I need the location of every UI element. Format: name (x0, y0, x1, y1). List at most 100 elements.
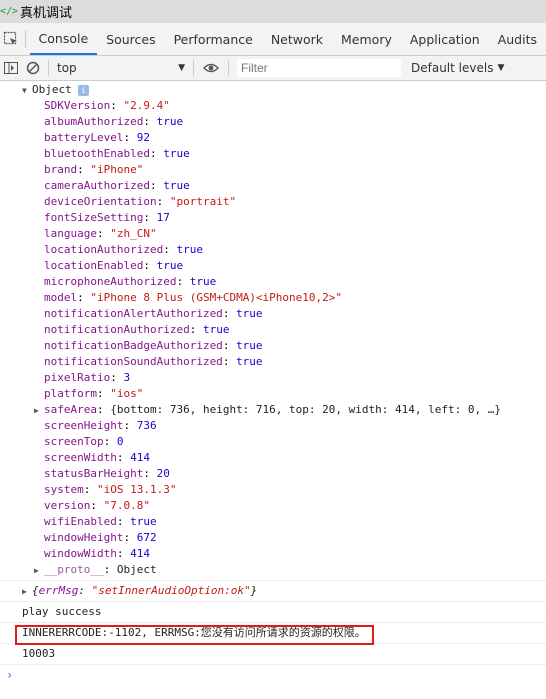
property-key: deviceOrientation (44, 195, 157, 208)
object-property: model: "iPhone 8 Plus (GSM+CDMA)<iPhone1… (44, 291, 343, 304)
console-prompt[interactable]: › (0, 665, 546, 685)
property-value: true (236, 339, 263, 352)
property-key: notificationAlertAuthorized (44, 307, 223, 320)
property-value: true (156, 259, 184, 272)
property-value: "portrait" (169, 195, 237, 208)
collapsed-triangle-icon[interactable]: ▶ (22, 582, 32, 602)
devtools-tab-bar: Console Sources Performance Network Memo… (0, 23, 546, 56)
property-value: "iOS 13.1.3" (97, 483, 177, 496)
eye-icon[interactable] (198, 56, 224, 80)
property-value: true (202, 323, 230, 336)
property-key: SDKVersion (44, 99, 111, 112)
object-header[interactable]: ▼ Object i (0, 82, 546, 98)
property-key: notificationSoundAuthorized (44, 355, 223, 368)
object-property: microphoneAuthorized: true (44, 275, 217, 288)
property-value: "iPhone 8 Plus (GSM+CDMA)<iPhone10,2>" (90, 291, 343, 304)
inspect-element-icon[interactable] (0, 23, 23, 55)
property-key: platform (44, 387, 97, 400)
object-property: windowHeight: 672 (44, 531, 157, 544)
tab-memory[interactable]: Memory (332, 23, 401, 55)
dropdown-arrow-icon: ▼ (178, 63, 185, 73)
console-output: ▼ Object i SDKVersion: "2.9.4" albumAuthori… (0, 82, 546, 699)
property-value: "7.0.8" (103, 499, 150, 512)
dropdown-arrow-icon: ▼ (497, 63, 505, 73)
object-property: statusBarHeight: 20 (44, 467, 170, 480)
property-value: true (163, 179, 190, 192)
expand-triangle-icon[interactable]: ▼ (22, 83, 32, 99)
info-icon[interactable]: i (77, 84, 89, 96)
tab-network[interactable]: Network (262, 23, 332, 55)
code-log-entry: 10003 (0, 644, 546, 665)
object-property: notificationSoundAuthorized: true (44, 355, 263, 368)
property-key: microphoneAuthorized (44, 275, 177, 288)
property-key: albumAuthorized (44, 115, 144, 128)
property-value: 414 (130, 451, 150, 464)
errmsg-value: "setInnerAudioOption:ok" (91, 584, 251, 597)
property-value: "2.9.4" (123, 99, 170, 112)
filter-input[interactable] (237, 59, 401, 77)
object-property: version: "7.0.8" (44, 499, 150, 512)
property-key: notificationAuthorized (44, 323, 190, 336)
object-property: fontSizeSetting: 17 (44, 211, 170, 224)
tab-console[interactable]: Console (29, 23, 98, 55)
tab-performance[interactable]: Performance (165, 23, 262, 55)
tab-audits[interactable]: Audits (489, 23, 546, 55)
property-value: "iPhone" (90, 163, 144, 176)
object-property: wifiEnabled: true (44, 515, 157, 528)
object-property: SDKVersion: "2.9.4" (44, 99, 170, 112)
property-key: model (44, 291, 78, 304)
property-key: language (44, 227, 97, 240)
property-value: 672 (136, 531, 157, 544)
property-value: true (236, 307, 263, 320)
errmsg-key: errMsg (38, 584, 79, 597)
tab-sources[interactable]: Sources (97, 23, 164, 55)
property-value: true (156, 115, 184, 128)
highlight-box (15, 625, 374, 645)
property-key: screenWidth (44, 451, 117, 464)
context-selector[interactable]: top ▼ (53, 58, 189, 78)
object-property: batteryLevel: 92 (44, 131, 150, 144)
collapsed-triangle-icon[interactable]: ▶ (34, 563, 44, 579)
property-key: cameraAuthorized (44, 179, 150, 192)
clear-console-icon[interactable] (22, 56, 44, 80)
window-title: 真机调试 (20, 6, 73, 21)
property-key: screenHeight (44, 419, 124, 432)
property-value: 3 (123, 371, 131, 384)
property-key: __proto__ (44, 563, 104, 576)
object-property[interactable]: ▶ safeArea: {bottom: 736, height: 716, to… (0, 402, 546, 418)
object-property: notificationAuthorized: true (44, 323, 230, 336)
property-value: {bottom: 736, height: 716, top: 20, widt… (110, 403, 501, 416)
object-property[interactable]: ▶ __proto__: Object (0, 562, 546, 578)
property-key: pixelRatio (44, 371, 111, 384)
object-property: platform: "ios" (44, 387, 144, 400)
log-levels-dropdown[interactable]: Default levels ▼ (411, 61, 504, 75)
object-property: deviceOrientation: "portrait" (44, 195, 237, 208)
tab-application[interactable]: Application (401, 23, 489, 55)
object-log-entry: ▼ Object i SDKVersion: "2.9.4" albumAuthori… (0, 82, 546, 581)
errmsg-log-entry: ▶ {errMsg: "setInnerAudioOption:ok"} (0, 581, 546, 602)
property-key: locationEnabled (44, 259, 144, 272)
property-value: 736 (136, 419, 157, 432)
object-property: system: "iOS 13.1.3" (44, 483, 177, 496)
collapsed-triangle-icon[interactable]: ▶ (34, 403, 44, 419)
tab-divider (24, 30, 26, 48)
property-key: wifiEnabled (44, 515, 117, 528)
property-key: fontSizeSetting (44, 211, 144, 224)
property-key: statusBarHeight (44, 467, 144, 480)
property-key: screenTop (44, 435, 104, 448)
property-key: system (44, 483, 84, 496)
property-key: batteryLevel (44, 131, 124, 144)
object-property: cameraAuthorized: true (44, 179, 190, 192)
object-property: albumAuthorized: true (44, 115, 184, 128)
object-label: Object (32, 83, 72, 96)
window-title-bar: </> 真机调试 (0, 0, 546, 23)
app-icon: </> (0, 6, 19, 17)
prompt-chevron-icon: › (6, 668, 14, 682)
log-levels-label: Default levels (411, 61, 494, 75)
object-property: pixelRatio: 3 (44, 371, 131, 384)
toolbar-divider (193, 60, 194, 76)
object-property: language: "zh_CN" (44, 227, 157, 240)
console-toolbar: top ▼ Default levels ▼ (0, 56, 546, 81)
sidebar-toggle-icon[interactable] (0, 56, 22, 80)
object-property: locationAuthorized: true (44, 243, 203, 256)
